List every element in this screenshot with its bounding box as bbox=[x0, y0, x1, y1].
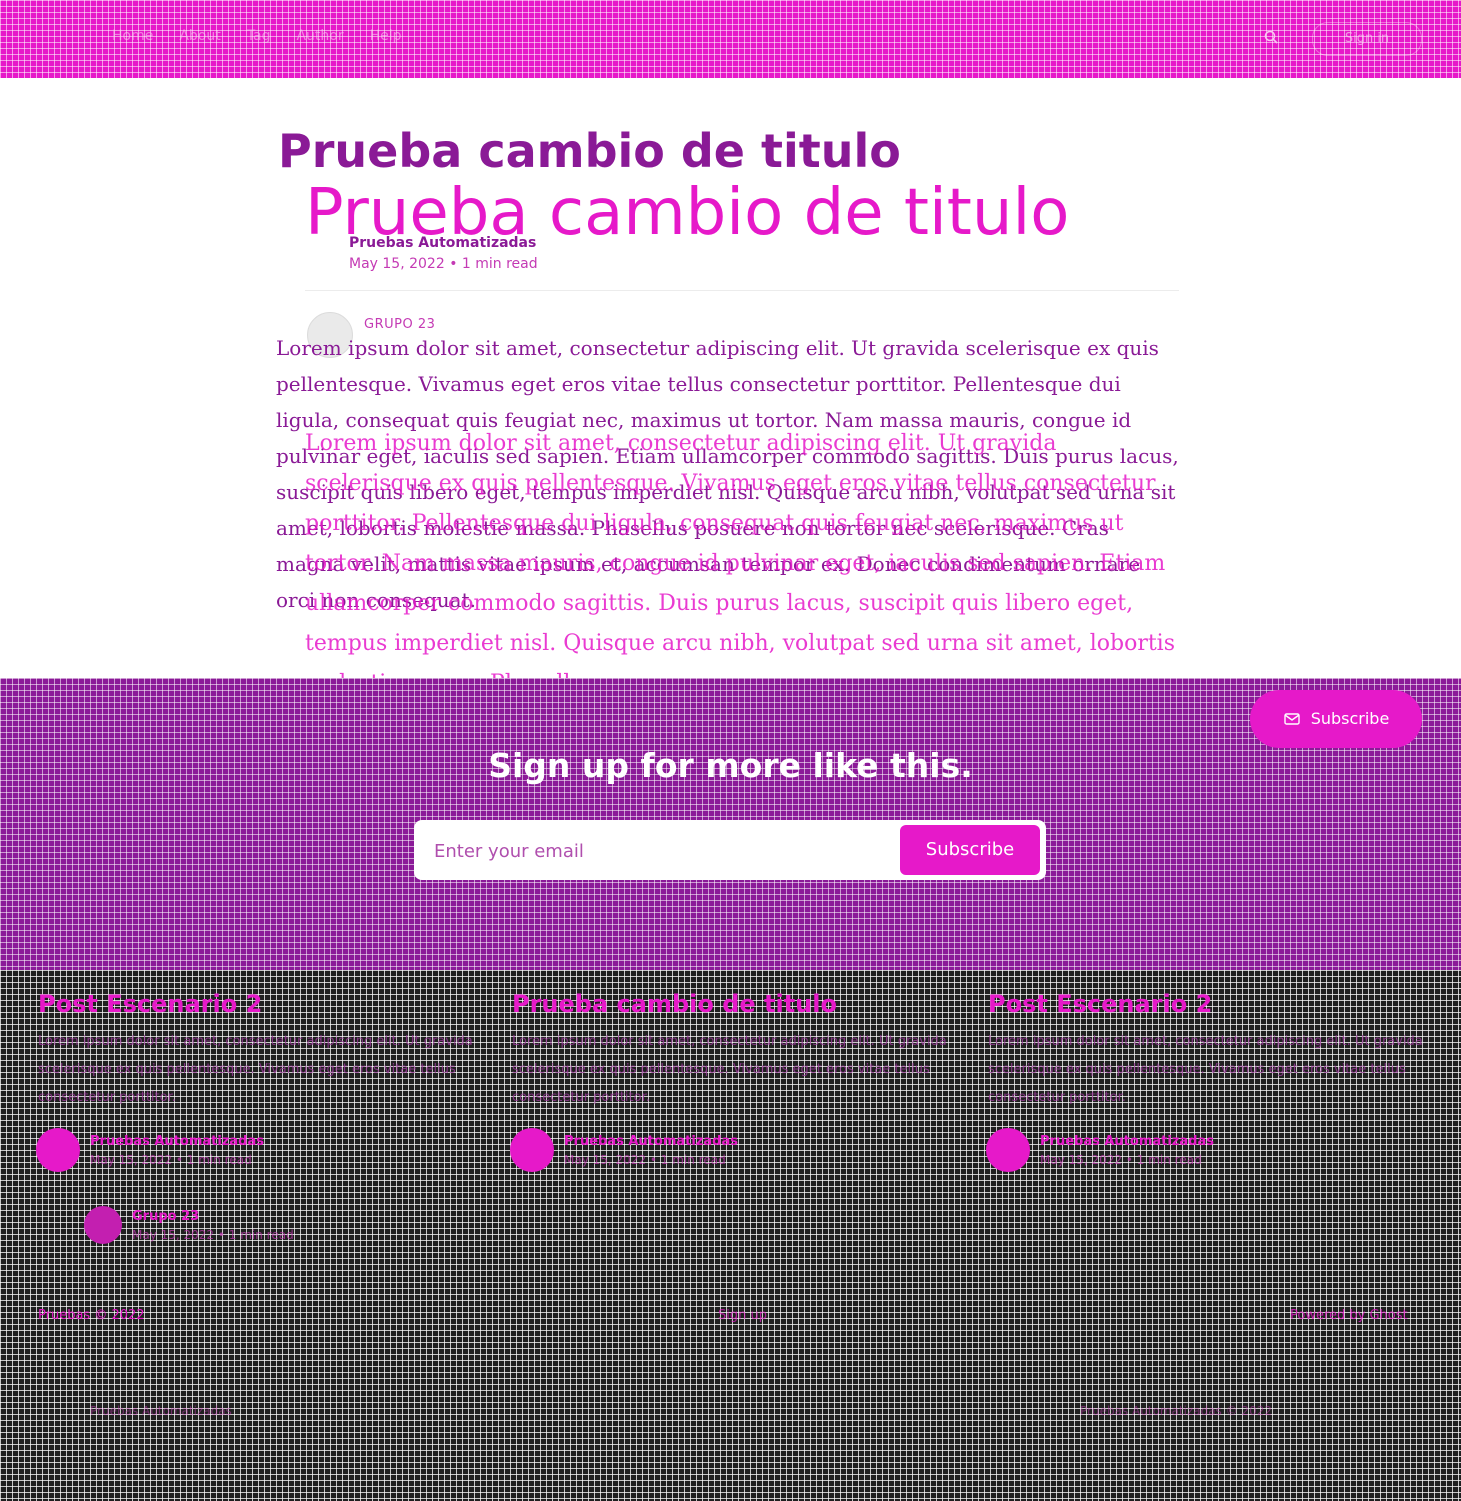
related-title[interactable]: Prueba cambio de titulo bbox=[512, 990, 952, 1018]
nav-item-tag[interactable]: Tag bbox=[247, 28, 271, 44]
related-card[interactable]: Post Escenario 2 Lorem ipsum dolor sit a… bbox=[38, 990, 478, 1112]
main-nav: Home About Tag Author Help bbox=[112, 28, 402, 44]
related-author-meta: May 15, 2022 • 1 min read bbox=[564, 1152, 726, 1167]
extra-author-meta: May 15, 2022 • 1 min read bbox=[132, 1227, 294, 1242]
related-excerpt: Lorem ipsum dolor sit amet, consectetur … bbox=[512, 1034, 947, 1105]
post-meta: May 15, 2022 • 1 min read bbox=[349, 256, 538, 272]
subscribe-button[interactable]: Subscribe bbox=[900, 825, 1040, 875]
nav-item-help[interactable]: Help bbox=[370, 28, 402, 44]
site-header: Home About Tag Author Help Sign in bbox=[0, 0, 1461, 78]
floating-subscribe-label: Subscribe bbox=[1310, 709, 1390, 728]
envelope-icon bbox=[1283, 713, 1300, 725]
search-icon[interactable] bbox=[1264, 30, 1278, 44]
avatar[interactable] bbox=[510, 1128, 554, 1172]
footer-powered-by[interactable]: Powered by Ghost bbox=[1290, 1308, 1408, 1323]
nav-item-about[interactable]: About bbox=[179, 28, 220, 44]
extra-author-name[interactable]: Grupo 23 bbox=[132, 1209, 294, 1224]
related-author: Pruebas Automatizadas May 15, 2022 • 1 m… bbox=[986, 1128, 1214, 1172]
extra-author: Grupo 23 May 15, 2022 • 1 min read bbox=[84, 1206, 294, 1244]
avatar[interactable] bbox=[986, 1128, 1030, 1172]
email-input[interactable] bbox=[432, 832, 896, 870]
related-title[interactable]: Post Escenario 2 bbox=[38, 990, 478, 1018]
related-author-name[interactable]: Pruebas Automatizadas bbox=[90, 1134, 264, 1149]
avatar[interactable] bbox=[36, 1128, 80, 1172]
author-name[interactable]: Pruebas Automatizadas bbox=[349, 235, 536, 251]
footer-link-signup[interactable]: Sign up bbox=[718, 1308, 767, 1323]
post-title-ghost: Prueba cambio de titulo bbox=[278, 124, 901, 178]
nav-item-author[interactable]: Author bbox=[296, 28, 343, 44]
related-title[interactable]: Post Escenario 2 bbox=[988, 990, 1428, 1018]
footer-bottom-right: Pruebas Automatizadas © 2022 bbox=[1080, 1404, 1272, 1418]
footer-bottom-left: Pruebas Automatizadas bbox=[90, 1404, 232, 1418]
related-excerpt: Lorem ipsum dolor sit amet, consectetur … bbox=[38, 1034, 473, 1105]
floating-subscribe-button[interactable]: Subscribe bbox=[1250, 690, 1422, 748]
signin-button[interactable]: Sign in bbox=[1312, 22, 1422, 56]
divider bbox=[305, 290, 1179, 291]
related-author-meta: May 15, 2022 • 1 min read bbox=[90, 1152, 252, 1167]
related-author: Pruebas Automatizadas May 15, 2022 • 1 m… bbox=[510, 1128, 738, 1172]
signup-form: Subscribe bbox=[414, 820, 1046, 880]
related-author-meta: May 15, 2022 • 1 min read bbox=[1040, 1152, 1202, 1167]
related-excerpt: Lorem ipsum dolor sit amet, consectetur … bbox=[988, 1034, 1423, 1105]
nav-item-home[interactable]: Home bbox=[112, 28, 153, 44]
related-author: Pruebas Automatizadas May 15, 2022 • 1 m… bbox=[36, 1128, 264, 1172]
post-body: Lorem ipsum dolor sit amet, consectetur … bbox=[305, 431, 1175, 696]
related-author-name[interactable]: Pruebas Automatizadas bbox=[1040, 1134, 1214, 1149]
related-author-name[interactable]: Pruebas Automatizadas bbox=[564, 1134, 738, 1149]
related-card[interactable]: Post Escenario 2 Lorem ipsum dolor sit a… bbox=[988, 990, 1428, 1112]
avatar[interactable] bbox=[84, 1206, 122, 1244]
signup-heading: Sign up for more like this. bbox=[488, 746, 973, 785]
related-card[interactable]: Prueba cambio de titulo Lorem ipsum dolo… bbox=[512, 990, 952, 1112]
footer-copyright: Pruebas © 2022 bbox=[38, 1308, 145, 1323]
